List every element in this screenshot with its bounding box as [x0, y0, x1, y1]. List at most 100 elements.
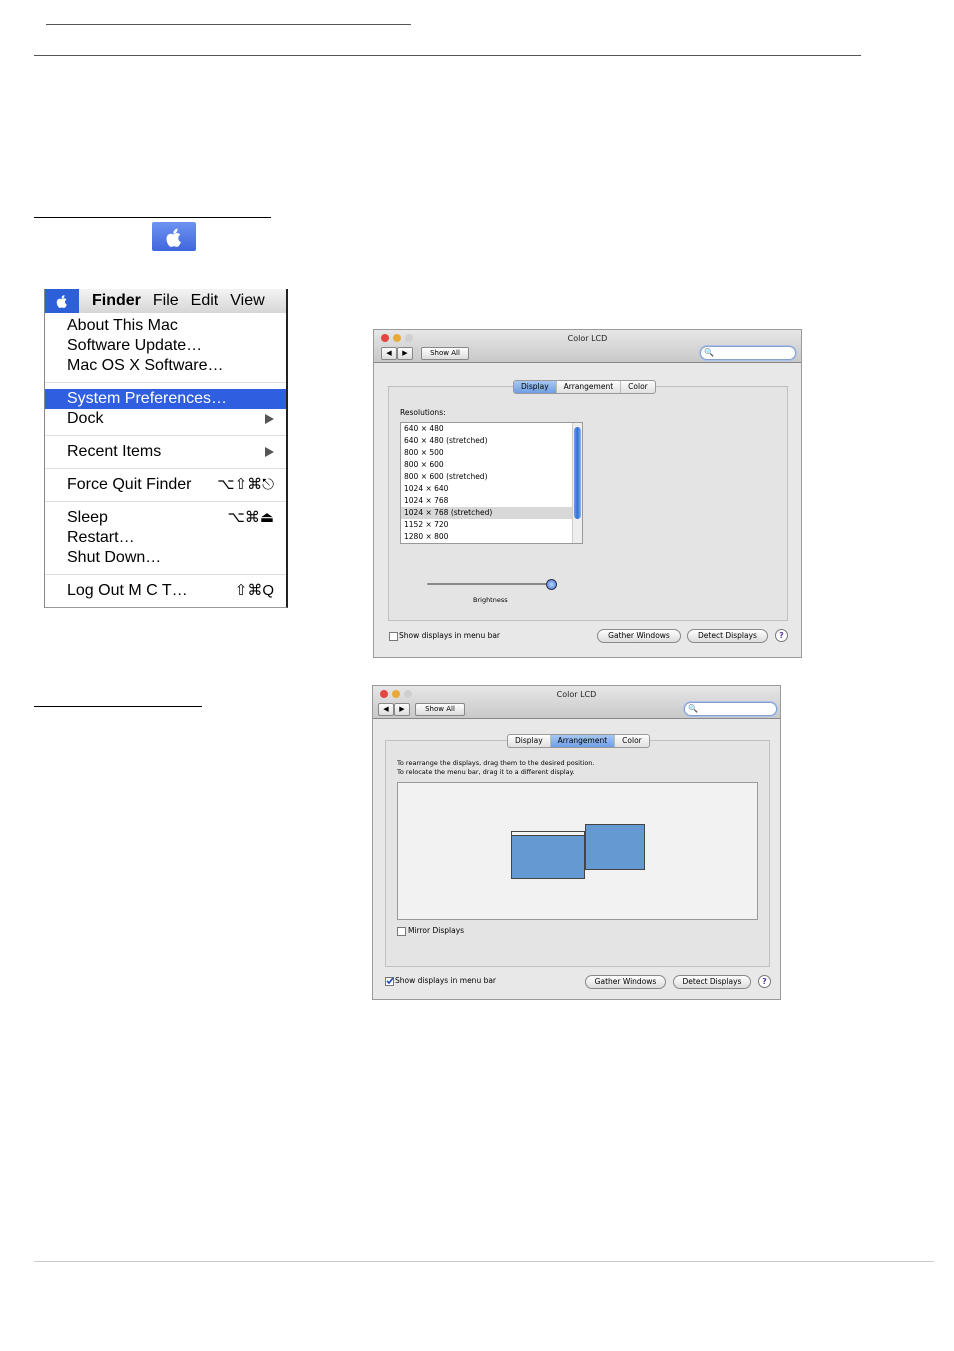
header-rule-long	[34, 55, 861, 56]
tab-display[interactable]: Display	[514, 381, 557, 393]
menu-item-software-update[interactable]: Software Update…	[45, 336, 286, 356]
forward-button[interactable]: ▶	[394, 703, 410, 716]
footer-rule	[34, 1261, 934, 1262]
resolution-item[interactable]: 1024 × 768	[401, 495, 582, 507]
menu-item-shut-down[interactable]: Shut Down…	[45, 548, 286, 568]
show-in-menu-bar-label: Show displays in menu bar	[395, 976, 497, 985]
mirror-displays-checkbox[interactable]	[397, 927, 406, 936]
section-rule-1	[34, 217, 271, 218]
menu-item-label: Log Out M C T…	[67, 582, 188, 599]
apple-logo-icon	[166, 228, 181, 247]
menu-item-label: Dock	[67, 410, 104, 427]
search-field[interactable]: 🔍	[700, 346, 796, 360]
search-field[interactable]: 🔍	[684, 702, 777, 716]
resolution-item-selected[interactable]: 1024 × 768 (stretched)	[401, 507, 582, 519]
menu-separator	[45, 468, 286, 469]
zoom-button[interactable]	[404, 690, 412, 698]
submenu-arrow-icon	[265, 414, 274, 424]
window-titlebar: Color LCD ◀ ▶ Show All 🔍	[373, 686, 780, 719]
arrangement-prefs-window: Color LCD ◀ ▶ Show All 🔍 Display Arrange…	[372, 685, 781, 1000]
list-scrollbar[interactable]	[572, 423, 582, 543]
menu-item-about-this-mac[interactable]: About This Mac	[45, 316, 286, 336]
shortcut: ⌥⌘⏏	[227, 509, 274, 526]
window-titlebar: Color LCD ◀ ▶ Show All 🔍	[374, 330, 801, 363]
show-all-button[interactable]: Show All	[421, 347, 469, 360]
close-button[interactable]	[381, 334, 389, 342]
secondary-display[interactable]	[585, 824, 645, 870]
menu-bar-indicator[interactable]	[512, 832, 584, 836]
instruction-text-1: To rearrange the displays, drag them to …	[397, 759, 595, 767]
resolution-item[interactable]: 1152 × 720	[401, 519, 582, 531]
show-in-menu-bar-checkbox[interactable]	[385, 977, 394, 986]
close-button[interactable]	[380, 690, 388, 698]
menu-item-force-quit[interactable]: Force Quit Finder ⌥⇧⌘⎋	[45, 475, 286, 495]
apple-menu-icon	[152, 222, 196, 251]
section-rule-2	[34, 706, 202, 707]
menu-item-restart[interactable]: Restart…	[45, 528, 286, 548]
tab-bar: Display Arrangement Color	[507, 734, 650, 748]
help-button[interactable]: ?	[758, 975, 771, 988]
slider-track	[427, 583, 555, 585]
shortcut: ⌥⇧⌘⎋	[217, 476, 274, 493]
resolutions-list[interactable]: 640 × 480 640 × 480 (stretched) 800 × 50…	[400, 422, 583, 544]
shortcut: ⇧⌘Q	[234, 582, 274, 599]
apple-menu: Finder File Edit View About This Mac Sof…	[44, 289, 288, 608]
resolution-item[interactable]: 800 × 500	[401, 447, 582, 459]
resolutions-label: Resolutions:	[400, 408, 446, 417]
gather-windows-button[interactable]: Gather Windows	[585, 975, 666, 989]
brightness-slider[interactable]	[427, 579, 557, 590]
gather-windows-button[interactable]: Gather Windows	[597, 629, 681, 643]
menu-separator	[45, 574, 286, 575]
submenu-arrow-icon	[265, 447, 274, 457]
menu-item-sleep[interactable]: Sleep ⌥⌘⏏	[45, 508, 286, 528]
menu-bar-file[interactable]: File	[153, 292, 179, 310]
menu-separator	[45, 501, 286, 502]
tab-color[interactable]: Color	[615, 735, 649, 747]
zoom-button[interactable]	[405, 334, 413, 342]
menu-item-label: Sleep	[67, 509, 108, 526]
back-button[interactable]: ◀	[378, 703, 394, 716]
search-icon: 🔍	[688, 704, 698, 713]
menu-item-mac-os-x-software[interactable]: Mac OS X Software…	[45, 356, 286, 376]
scrollbar-thumb[interactable]	[574, 427, 581, 519]
apple-menu-button[interactable]	[45, 289, 79, 313]
menu-bar-finder[interactable]: Finder	[92, 292, 141, 310]
display-prefs-window: Color LCD ◀ ▶ Show All 🔍 Display Arrange…	[373, 329, 802, 658]
back-button[interactable]: ◀	[381, 347, 397, 360]
resolution-item[interactable]: 800 × 600	[401, 459, 582, 471]
brightness-label: Brightness	[473, 596, 508, 604]
tab-arrangement[interactable]: Arrangement	[550, 735, 616, 747]
menu-bar-view[interactable]: View	[230, 292, 264, 310]
menu-separator	[45, 435, 286, 436]
tab-color[interactable]: Color	[621, 381, 655, 393]
menu-bar-edit[interactable]: Edit	[191, 292, 219, 310]
apple-logo-icon	[56, 295, 67, 308]
minimize-button[interactable]	[393, 334, 401, 342]
menu-item-dock[interactable]: Dock	[45, 409, 286, 429]
resolution-item[interactable]: 800 × 600 (stretched)	[401, 471, 582, 483]
menu-item-recent-items[interactable]: Recent Items	[45, 442, 286, 462]
resolution-item[interactable]: 640 × 480 (stretched)	[401, 435, 582, 447]
menu-item-log-out[interactable]: Log Out M C T… ⇧⌘Q	[45, 581, 286, 601]
detect-displays-button[interactable]: Detect Displays	[687, 629, 768, 643]
slider-knob[interactable]	[546, 579, 557, 590]
header-rule-short	[46, 24, 411, 25]
resolution-item[interactable]: 1280 × 800	[401, 531, 582, 543]
menu-item-system-preferences[interactable]: System Preferences…	[45, 389, 286, 409]
tab-display[interactable]: Display	[508, 735, 551, 747]
display-arrangement-area	[397, 782, 758, 920]
instruction-text-2: To relocate the menu bar, drag it to a d…	[397, 768, 575, 776]
minimize-button[interactable]	[392, 690, 400, 698]
show-in-menu-bar-checkbox[interactable]	[389, 632, 398, 641]
forward-button[interactable]: ▶	[397, 347, 413, 360]
detect-displays-button[interactable]: Detect Displays	[673, 975, 751, 989]
menu-item-label: System Preferences…	[67, 390, 228, 407]
main-display[interactable]	[511, 831, 585, 879]
help-button[interactable]: ?	[775, 629, 788, 642]
resolution-item[interactable]: 640 × 480	[401, 423, 582, 435]
menu-separator	[45, 382, 286, 383]
tab-arrangement[interactable]: Arrangement	[557, 381, 622, 393]
resolution-item[interactable]: 1024 × 640	[401, 483, 582, 495]
show-all-button[interactable]: Show All	[415, 703, 465, 716]
menu-bar: Finder File Edit View	[45, 289, 286, 313]
